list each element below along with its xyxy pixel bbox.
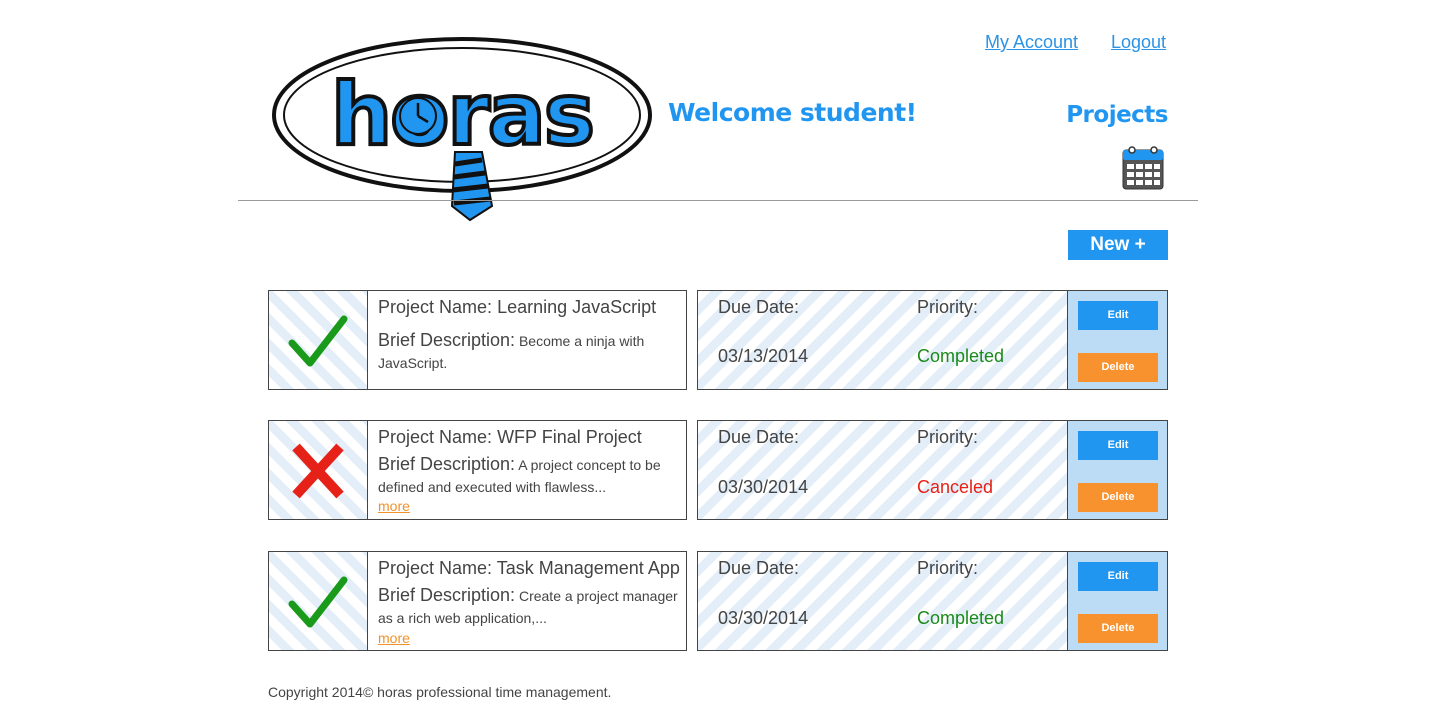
svg-text:horas: horas (331, 65, 593, 165)
project-row: Project Name: Task Management App Brief … (268, 551, 1168, 651)
due-date-label: Due Date: (718, 558, 800, 578)
project-name: Project Name: Task Management App (378, 558, 680, 578)
x-icon (292, 443, 344, 499)
priority-value: Completed (917, 608, 1005, 628)
calendar-icon[interactable] (1122, 145, 1164, 190)
status-cell (268, 290, 368, 390)
edit-button[interactable]: Edit (1078, 301, 1158, 330)
date-priority-cell: Due Date: Priority: 03/13/2014 Completed (697, 290, 1068, 390)
new-project-button[interactable]: New + (1068, 230, 1168, 260)
footer-copyright: Copyright 2014© horas professional time … (268, 684, 612, 700)
my-account-link[interactable]: My Account (985, 32, 1078, 53)
project-row: Project Name: WFP Final Project Brief De… (268, 420, 1168, 520)
delete-button[interactable]: Delete (1078, 353, 1158, 382)
project-name: Project Name: WFP Final Project (378, 427, 642, 447)
priority-label: Priority: (917, 558, 979, 578)
due-date-value: 03/13/2014 (718, 346, 809, 366)
date-priority-cell: Due Date: Priority: 03/30/2014 Completed (697, 551, 1068, 651)
project-row: Project Name: Learning JavaScript Brief … (268, 290, 1168, 390)
due-date-value: 03/30/2014 (718, 608, 809, 628)
priority-value: Completed (917, 346, 1005, 366)
due-date-label: Due Date: (718, 427, 800, 447)
due-date-label: Due Date: (718, 297, 800, 317)
header-divider (238, 200, 1198, 201)
status-cell (268, 551, 368, 651)
edit-button[interactable]: Edit (1078, 562, 1158, 591)
checkmark-icon (288, 576, 348, 628)
logout-link[interactable]: Logout (1111, 32, 1166, 53)
due-date-value: 03/30/2014 (718, 477, 809, 497)
more-link[interactable]: more (378, 498, 410, 514)
project-details: Project Name: WFP Final Project Brief De… (368, 420, 687, 520)
projects-title: Projects (1066, 102, 1168, 128)
date-priority-cell: Due Date: Priority: 03/30/2014 Canceled (697, 420, 1068, 520)
status-cell (268, 420, 368, 520)
project-name: Project Name: Learning JavaScript (378, 297, 657, 317)
edit-button[interactable]: Edit (1078, 431, 1158, 460)
project-details: Project Name: Learning JavaScript Brief … (368, 290, 687, 390)
welcome-message: Welcome student! (668, 98, 917, 127)
actions-cell: Edit Delete (1067, 290, 1168, 390)
priority-value: Canceled (917, 477, 994, 497)
priority-label: Priority: (917, 427, 979, 447)
delete-button[interactable]: Delete (1078, 614, 1158, 643)
actions-cell: Edit Delete (1067, 420, 1168, 520)
checkmark-icon (288, 315, 348, 367)
priority-label: Priority: (917, 297, 979, 317)
project-details: Project Name: Task Management App Brief … (368, 551, 687, 651)
project-description: Brief Description: A project concept to … (378, 454, 661, 495)
delete-button[interactable]: Delete (1078, 483, 1158, 512)
actions-cell: Edit Delete (1067, 551, 1168, 651)
project-description: Brief Description: Create a project mana… (378, 585, 678, 626)
more-link[interactable]: more (378, 630, 410, 646)
project-description: Brief Description: Become a ninja with J… (378, 330, 645, 371)
